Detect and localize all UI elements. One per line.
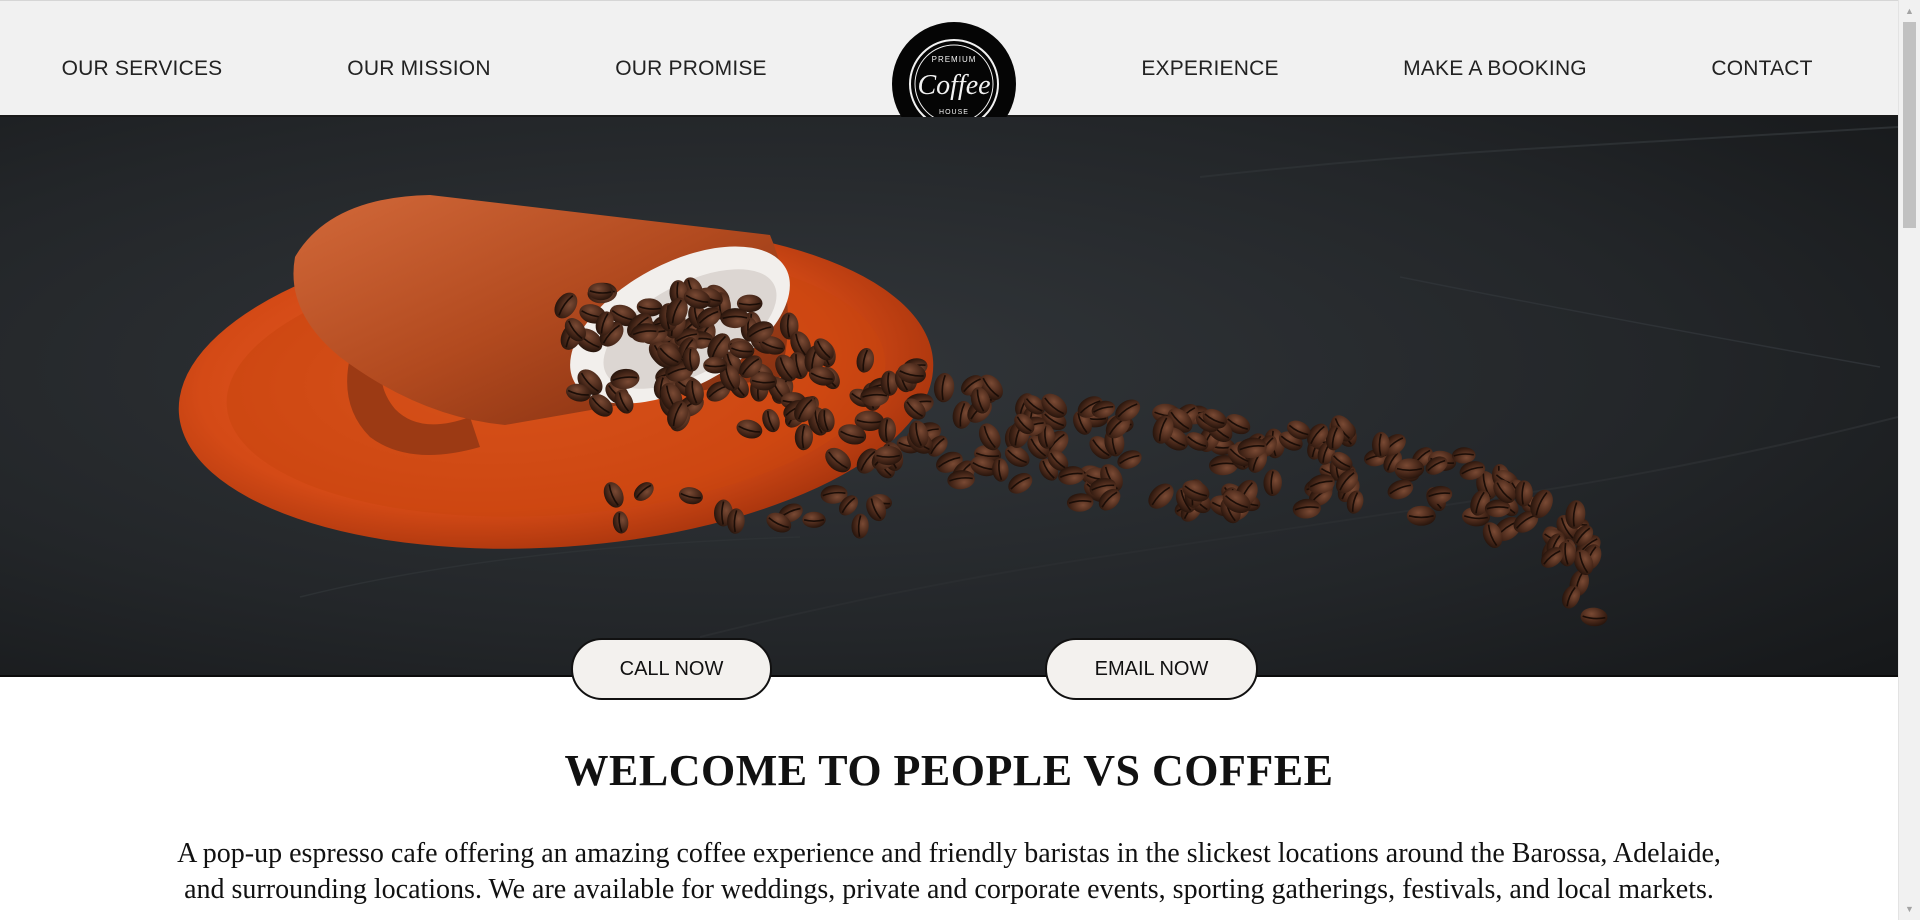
- triangle-up-icon[interactable]: ▲: [1899, 2, 1920, 20]
- nav-experience[interactable]: EXPERIENCE: [1141, 57, 1278, 81]
- viewport: OUR SERVICES OUR MISSION OUR PROMISE EXP…: [0, 0, 1898, 920]
- main-nav: OUR SERVICES OUR MISSION OUR PROMISE EXP…: [0, 0, 1898, 117]
- triangle-down-icon[interactable]: ▼: [1899, 900, 1920, 918]
- email-now-button[interactable]: EMAIL NOW: [1045, 638, 1258, 700]
- nav-contact[interactable]: CONTACT: [1711, 57, 1812, 81]
- intro-paragraph: A pop-up espresso cafe offering an amazi…: [60, 836, 1838, 908]
- page: OUR SERVICES OUR MISSION OUR PROMISE EXP…: [0, 0, 1920, 920]
- nav-our-promise[interactable]: OUR PROMISE: [615, 57, 767, 81]
- nav-make-a-booking[interactable]: MAKE A BOOKING: [1403, 57, 1587, 81]
- scrollbar-thumb[interactable]: [1903, 22, 1916, 228]
- hero-image: [0, 117, 1898, 675]
- hero-banner: [0, 117, 1898, 677]
- call-now-button[interactable]: CALL NOW: [571, 638, 772, 700]
- vertical-scrollbar[interactable]: ▲ ▼: [1898, 0, 1920, 920]
- intro-line-2: and surrounding locations. We are availa…: [184, 874, 1714, 905]
- intro-line-1: A pop-up espresso cafe offering an amazi…: [177, 838, 1721, 869]
- nav-our-mission[interactable]: OUR MISSION: [347, 57, 490, 81]
- welcome-heading: WELCOME TO PEOPLE VS COFFEE: [564, 746, 1334, 795]
- nav-our-services[interactable]: OUR SERVICES: [62, 57, 223, 81]
